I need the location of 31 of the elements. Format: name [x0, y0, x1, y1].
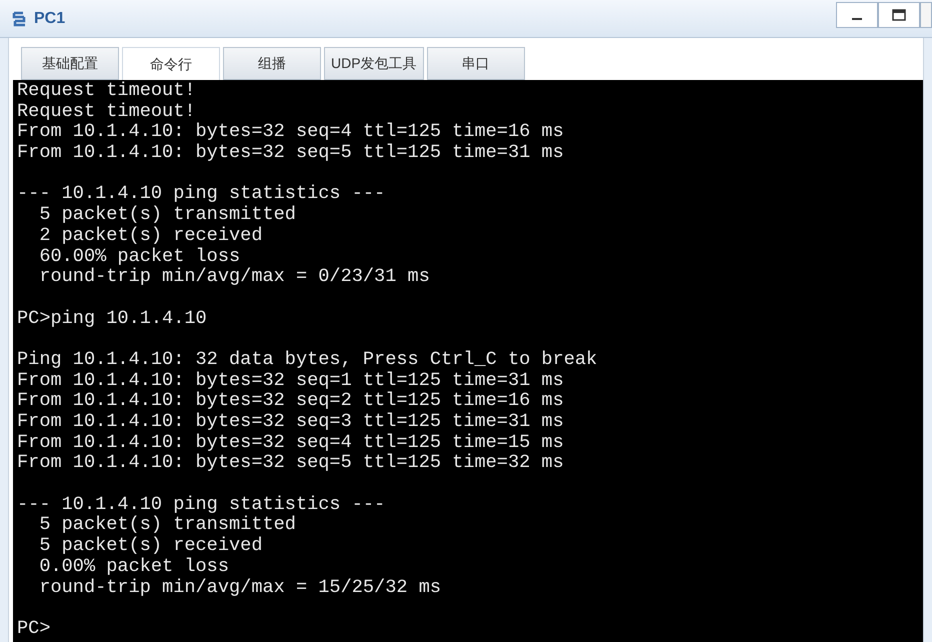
terminal-line: 2 packet(s) received: [38, 226, 262, 246]
terminal-line: From 10.1.4.10: bytes=32 seq=2 ttl=125 time=16 ms: [17, 391, 564, 412]
minimize-icon: [852, 18, 862, 20]
terminal-line: PC>ping 10.1.4.10: [17, 308, 207, 330]
terminal-line: round-trip min/avg/max = 15/25/32 ms: [38, 578, 442, 598]
terminal-line: From 10.1.4.10: bytes=32 seq=3 ttl=125 time=31 ms: [17, 412, 564, 433]
terminal-line: 60.00% packet loss: [38, 246, 240, 268]
terminal-line: PC>: [17, 618, 50, 640]
tab[interactable]: UDP发包工具: [324, 47, 424, 80]
terminal-line: --- 10.1.4.10 ping statistics ---: [17, 184, 386, 206]
terminal-line: Request timeout!: [17, 102, 196, 122]
terminal-line: From 10.1.4.10: bytes=32 seq=5 ttl=125 time=31 ms: [17, 143, 564, 164]
terminal-line: From 10.1.4.10: bytes=32 seq=1 ttl=125 time=31 ms: [17, 370, 564, 392]
terminal-line: Request timeout!: [17, 81, 196, 102]
terminal-line: 5 packet(s) transmitted: [38, 205, 296, 226]
maximize-icon: [892, 9, 906, 21]
terminal-line: 5 packet(s) transmitted: [38, 515, 296, 536]
terminal-line: From 10.1.4.10: bytes=32 seq=4 ttl=125 time=15 ms: [17, 432, 564, 454]
tab[interactable]: 命令行: [122, 47, 220, 80]
maximize-button[interactable]: [878, 2, 920, 28]
terminal-line: round-trip min/avg/max = 0/23/31 ms: [38, 267, 430, 288]
tab[interactable]: 串口: [426, 47, 525, 80]
terminal-line: 5 packet(s) received: [38, 536, 262, 557]
terminal-line: From 10.1.4.10: bytes=32 seq=4 ttl=125 time=16 ms: [17, 122, 564, 144]
terminal-line: From 10.1.4.10: bytes=32 seq=5 ttl=125 time=32 ms: [17, 453, 564, 474]
terminal-line: 0.00% packet loss: [38, 556, 230, 578]
tab[interactable]: 组播: [223, 47, 321, 80]
window-title: PC1: [34, 8, 66, 28]
terminal-line: Ping 10.1.4.10: 32 data bytes, Press Ctrl_C to break: [17, 350, 598, 371]
tab[interactable]: 基础配置: [21, 47, 119, 80]
terminal-line: --- 10.1.4.10 ping statistics ---: [17, 494, 386, 516]
